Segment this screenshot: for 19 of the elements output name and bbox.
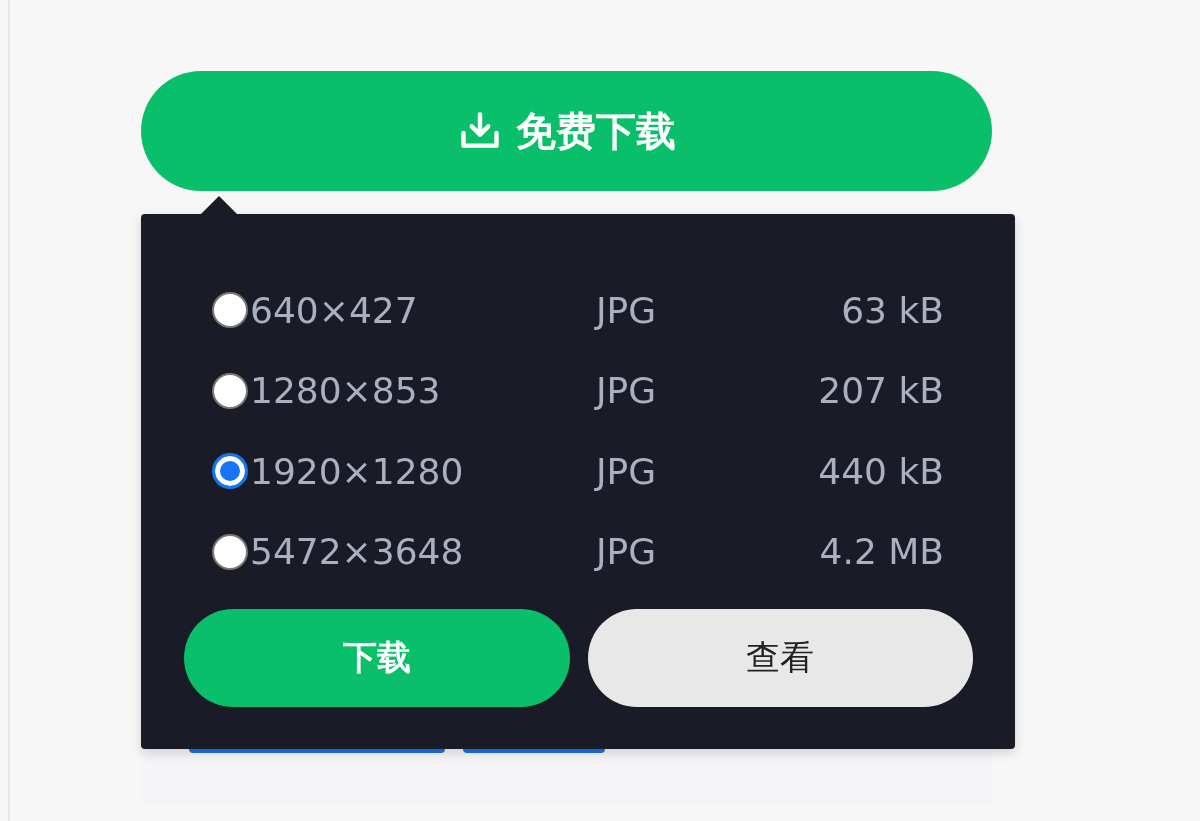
download-button[interactable]: 免费下载 xyxy=(141,71,992,191)
radio-button[interactable] xyxy=(212,292,248,329)
resolution-text: 1280×853 xyxy=(250,370,442,412)
file-size-text: 63 kB xyxy=(840,289,944,331)
resolution-text: 640×427 xyxy=(250,289,419,331)
format-text: JPG xyxy=(596,450,658,492)
file-size-text: 207 kB xyxy=(817,370,944,412)
format-text: JPG xyxy=(596,370,658,412)
file-size-text: 440 kB xyxy=(817,450,944,492)
radio-button[interactable] xyxy=(212,453,248,490)
format-text: JPG xyxy=(596,289,658,331)
resolution-text: 5472×3648 xyxy=(250,531,465,573)
resolution-text: 1920×1280 xyxy=(250,450,465,492)
format-text: JPG xyxy=(596,531,658,573)
download-button[interactable]: 下载 xyxy=(184,609,570,707)
radio-button[interactable] xyxy=(212,533,248,570)
radio-button[interactable] xyxy=(212,372,248,409)
file-size-text: 4.2 MB xyxy=(818,531,944,573)
view-button[interactable]: 查看 xyxy=(587,609,973,707)
